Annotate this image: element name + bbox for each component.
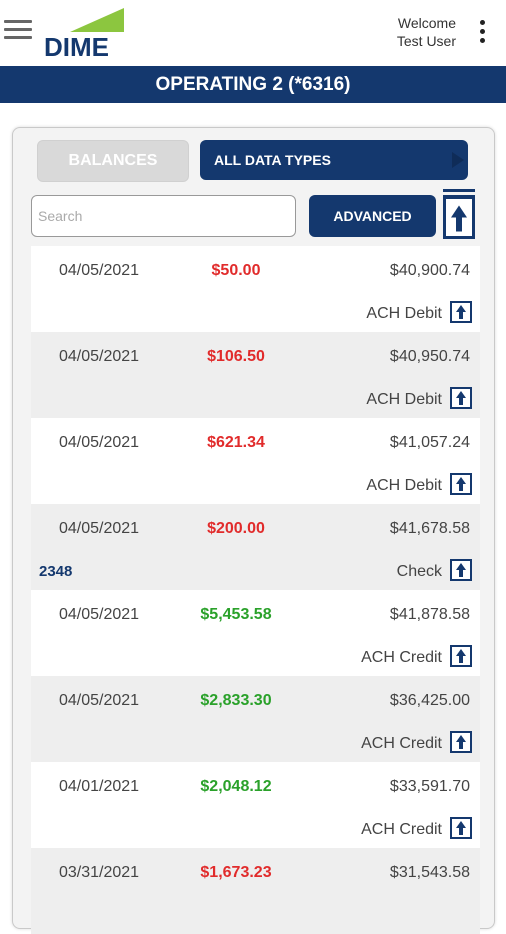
welcome-text: Welcome Test User — [397, 14, 456, 50]
running-balance: $36,425.00 — [389, 692, 470, 709]
running-balance: $40,900.74 — [389, 262, 470, 279]
transaction-row[interactable]: 04/05/2021 $106.50 $40,950.74 ACH Debit — [31, 332, 480, 418]
data-type-select[interactable]: ALL DATA TYPES — [200, 140, 468, 180]
svg-text:DIME: DIME — [44, 32, 109, 60]
transaction-date: 04/05/2021 — [59, 692, 140, 709]
transaction-list: 04/05/2021 $50.00 $40,900.74 ACH Debit 04/05… — [31, 246, 480, 934]
details-arrow-icon[interactable] — [450, 301, 472, 323]
transaction-type: Check — [396, 563, 442, 580]
transaction-date: 04/05/2021 — [59, 262, 140, 279]
balances-button[interactable]: BALANCES — [37, 140, 189, 182]
transaction-type: ACH Credit — [361, 735, 442, 752]
details-arrow-icon[interactable] — [450, 817, 472, 839]
menu-icon[interactable] — [4, 20, 32, 40]
transaction-type: ACH Credit — [361, 649, 442, 666]
transaction-type: ACH Debit — [366, 477, 442, 494]
transaction-amount: $2,833.30 — [200, 692, 272, 709]
check-number: 2348 — [39, 563, 73, 580]
transaction-amount: $2,048.12 — [200, 778, 272, 795]
account-title: OPERATING 2 (*6316) — [0, 66, 506, 103]
details-arrow-icon[interactable] — [450, 731, 472, 753]
running-balance: $31,543.58 — [389, 864, 470, 881]
dime-logo: DIME — [40, 6, 130, 62]
transactions-card: BALANCES ALL DATA TYPES ADVANCED 04/05/2… — [12, 127, 495, 934]
more-options-icon[interactable] — [478, 20, 486, 44]
running-balance: $41,057.24 — [389, 434, 470, 451]
dropdown-arrow-icon — [452, 152, 464, 168]
transaction-amount: $1,673.23 — [200, 864, 272, 881]
transaction-amount: $50.00 — [211, 262, 261, 279]
transaction-row[interactable]: 04/05/2021 $50.00 $40,900.74 ACH Debit — [31, 246, 480, 332]
transaction-date: 04/05/2021 — [59, 348, 140, 365]
transaction-date: 04/05/2021 — [59, 434, 140, 451]
transaction-date: 03/31/2021 — [59, 864, 140, 881]
user-name: Test User — [396, 33, 456, 49]
transaction-type: ACH Debit — [366, 305, 442, 322]
details-arrow-icon[interactable] — [450, 387, 472, 409]
running-balance: $41,878.58 — [389, 606, 470, 623]
transaction-row[interactable]: 04/05/2021 $200.00 $41,678.58 2348 Check — [31, 504, 480, 590]
transaction-date: 04/05/2021 — [59, 520, 140, 537]
transaction-row[interactable]: 04/05/2021 $2,833.30 $36,425.00 ACH Credit — [31, 676, 480, 762]
transaction-row[interactable]: 04/05/2021 $5,453.58 $41,878.58 ACH Credit — [31, 590, 480, 676]
advanced-button[interactable]: ADVANCED — [309, 195, 436, 237]
transaction-amount: $200.00 — [207, 520, 265, 537]
details-arrow-icon[interactable] — [450, 559, 472, 581]
transaction-row[interactable]: 04/05/2021 $621.34 $41,057.24 ACH Debit — [31, 418, 480, 504]
transaction-amount: $5,453.58 — [200, 606, 272, 623]
transaction-row[interactable]: 03/31/2021 $1,673.23 $31,543.58 — [31, 848, 480, 934]
details-arrow-icon[interactable] — [450, 645, 472, 667]
search-input[interactable] — [31, 195, 296, 237]
data-type-label: ALL DATA TYPES — [214, 152, 331, 168]
transaction-amount: $621.34 — [207, 434, 265, 451]
transaction-row[interactable]: 04/01/2021 $2,048.12 $33,591.70 ACH Credit — [31, 762, 480, 848]
running-balance: $40,950.74 — [389, 348, 470, 365]
transaction-type: ACH Credit — [361, 821, 442, 838]
app-header: DIME Welcome Test User — [0, 0, 506, 66]
details-arrow-icon[interactable] — [450, 473, 472, 495]
running-balance: $41,678.58 — [389, 520, 470, 537]
export-icon[interactable] — [443, 189, 475, 239]
transaction-date: 04/01/2021 — [59, 778, 140, 795]
running-balance: $33,591.70 — [389, 778, 470, 795]
welcome-label: Welcome — [397, 15, 456, 31]
transaction-type: ACH Debit — [366, 391, 442, 408]
transaction-amount: $106.50 — [207, 348, 265, 365]
transaction-date: 04/05/2021 — [59, 606, 140, 623]
